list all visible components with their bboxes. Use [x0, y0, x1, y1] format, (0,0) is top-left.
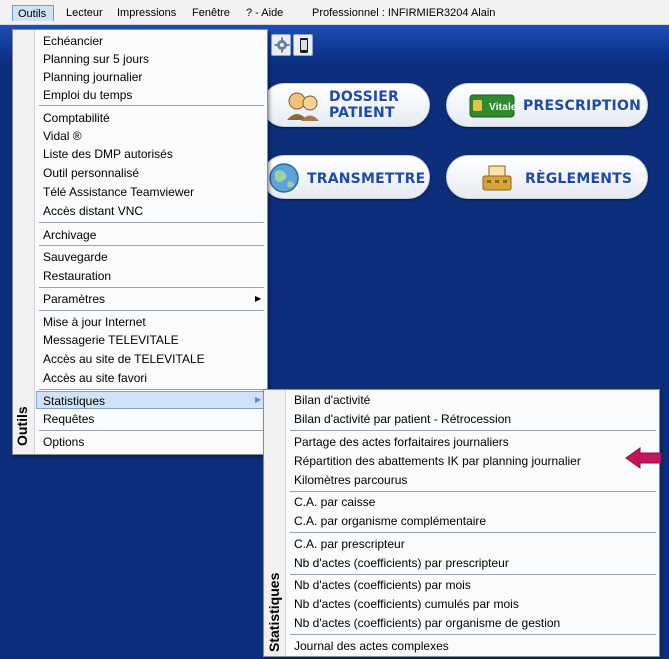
statistiques-submenu: Statistiques Bilan d'activité Bilan d'ac…: [263, 389, 660, 657]
menu-separator: [39, 222, 264, 223]
menu-item-bilan-retrocession[interactable]: Bilan d'activité par patient - Rétrocess…: [294, 410, 511, 428]
menu-outils[interactable]: Outils: [12, 5, 54, 21]
menu-item-ca-prescripteur[interactable]: C.A. par prescripteur: [294, 535, 405, 553]
menu-item-requetes[interactable]: Requêtes: [43, 410, 94, 428]
menu-item-nb-actes-mois[interactable]: Nb d'actes (coefficients) par mois: [294, 576, 471, 594]
outils-dropdown: Outils Echéancier Planning sur 5 jours P…: [12, 29, 268, 455]
menu-item-outil-personnalise[interactable]: Outil personnalisé: [43, 164, 139, 182]
submenu-arrow-icon: ▶: [255, 395, 262, 404]
menu-item-ca-caisse[interactable]: C.A. par caisse: [294, 493, 375, 511]
menu-separator: [39, 287, 264, 288]
stats-side-strip: Statistiques: [264, 390, 286, 656]
menu-item-parametres[interactable]: Paramètres: [43, 290, 105, 308]
transmettre-label: TRANSMETTRE: [307, 171, 426, 187]
prescription-button[interactable]: Vitale PRESCRIPTION: [446, 83, 648, 127]
menu-item-journal-actes[interactable]: Journal des actes complexes: [294, 637, 449, 655]
menu-separator: [290, 491, 656, 492]
menu-item-vidal[interactable]: Vidal ®: [43, 127, 82, 145]
vitale-badge-text: Vitale: [489, 102, 517, 113]
menu-aide[interactable]: ? - Aide: [246, 5, 283, 21]
menu-item-messagerie[interactable]: Messagerie TELEVITALE: [43, 331, 179, 349]
menu-item-liste-dmp[interactable]: Liste des DMP autorisés: [43, 145, 173, 163]
patients-icon: [287, 92, 319, 121]
reglements-label: RÈGLEMENTS: [525, 171, 633, 187]
menu-item-echeancier[interactable]: Echéancier: [43, 32, 103, 50]
menu-item-vnc[interactable]: Accès distant VNC: [43, 202, 143, 220]
menu-impressions[interactable]: Impressions: [117, 5, 176, 21]
menu-item-teamviewer[interactable]: Télé Assistance Teamviewer: [43, 183, 194, 201]
menu-item-planning-5-jours[interactable]: Planning sur 5 jours: [43, 50, 149, 68]
menu-item-nb-actes-cumules[interactable]: Nb d'actes (coefficients) cumulés par mo…: [294, 595, 519, 613]
menu-item-mise-a-jour[interactable]: Mise à jour Internet: [43, 313, 146, 331]
menu-fenetre[interactable]: Fenêtre: [192, 5, 230, 21]
menu-item-comptabilite[interactable]: Comptabilité: [43, 109, 110, 127]
submenu-arrow-icon: ▶: [255, 294, 262, 303]
menu-separator: [290, 532, 656, 533]
phone-icon[interactable]: [293, 34, 313, 56]
menu-separator: [39, 430, 264, 431]
statistiques-side-label: Statistiques: [266, 572, 282, 652]
menu-item-site-favori[interactable]: Accès au site favori: [43, 369, 147, 387]
menu-lecteur[interactable]: Lecteur: [66, 5, 103, 21]
menu-item-archivage[interactable]: Archivage: [43, 226, 96, 244]
menu-item-site-televitale[interactable]: Accès au site de TELEVITALE: [43, 350, 205, 368]
menu-item-repartition-ik[interactable]: Répartition des abattements IK par plann…: [294, 452, 581, 470]
menu-item-sauvegarde[interactable]: Sauvegarde: [43, 248, 108, 266]
menu-item-nb-actes-organisme[interactable]: Nb d'actes (coefficients) par organisme …: [294, 614, 560, 632]
menu-separator: [290, 634, 656, 635]
menu-item-planning-journalier[interactable]: Planning journalier: [43, 68, 142, 86]
menu-separator: [39, 310, 264, 311]
globe-icon: [269, 163, 299, 193]
menu-bar: Outils Lecteur Impressions Fenêtre ? - A…: [0, 0, 669, 25]
outils-side-label: Outils: [14, 406, 30, 446]
menu-item-options[interactable]: Options: [43, 433, 84, 451]
outils-side-strip: Outils: [13, 30, 35, 454]
menu-item-ca-complementaire[interactable]: C.A. par organisme complémentaire: [294, 512, 486, 530]
dossier-patient-button[interactable]: DOSSIER PATIENT: [262, 83, 430, 127]
menu-item-bilan-activite[interactable]: Bilan d'activité: [294, 391, 370, 409]
menu-separator: [39, 105, 264, 106]
transmettre-button[interactable]: TRANSMETTRE: [262, 155, 430, 199]
dossier-patient-label: DOSSIER PATIENT: [329, 89, 400, 121]
menu-item-partage-actes[interactable]: Partage des actes forfaitaires journalie…: [294, 433, 509, 451]
annotation-arrow-icon: [625, 447, 662, 469]
cash-register-icon: [482, 165, 512, 191]
menu-separator: [39, 389, 264, 390]
prescription-label: PRESCRIPTION: [523, 98, 641, 114]
menu-separator: [39, 245, 264, 246]
gear-icon[interactable]: [271, 34, 291, 56]
reglements-button[interactable]: RÈGLEMENTS: [446, 155, 648, 199]
menu-item-kilometres[interactable]: Kilomètres parcourus: [294, 471, 407, 489]
menu-item-nb-actes-prescripteur[interactable]: Nb d'actes (coefficients) par prescripte…: [294, 554, 509, 572]
menu-item-statistiques[interactable]: Statistiques: [36, 391, 267, 409]
menu-separator: [290, 430, 656, 431]
menu-separator: [290, 574, 656, 575]
menu-item-restauration[interactable]: Restauration: [43, 267, 111, 285]
menu-item-emploi-du-temps[interactable]: Emploi du temps: [43, 86, 132, 104]
professional-label: Professionnel : INFIRMIER3204 Alain: [312, 7, 496, 19]
